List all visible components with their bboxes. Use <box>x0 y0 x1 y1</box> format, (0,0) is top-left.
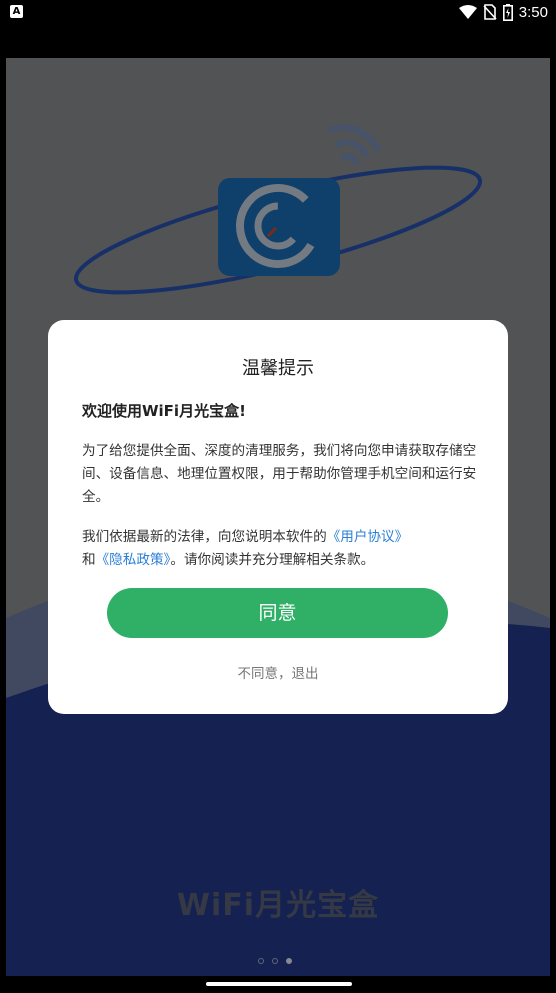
status-bar: A 3:50 <box>0 0 556 26</box>
welcome-text: 欢迎使用WiFi月光宝盒! <box>82 402 246 420</box>
battery-icon <box>502 3 513 21</box>
clock: 3:50 <box>518 3 548 21</box>
status-icons: 3:50 <box>458 2 548 22</box>
disagree-exit-link[interactable]: 不同意，退出 <box>48 662 508 682</box>
no-sim-icon <box>483 4 497 20</box>
agreement-notice: 我们依据最新的法律，向您说明本软件的《用户协议》和《隐私政策》。请你阅读并充分理… <box>82 526 480 572</box>
agreement-notice-and: 和 <box>82 552 96 568</box>
home-handle[interactable] <box>206 982 352 986</box>
user-agreement-link[interactable]: 《用户协议》 <box>327 529 409 545</box>
permission-description: 为了给您提供全面、深度的清理服务，我们将向您申请获取存储空间、设备信息、地理位置… <box>82 443 477 505</box>
agreement-notice-prefix: 我们依据最新的法律，向您说明本软件的 <box>82 529 327 545</box>
notification-icon: A <box>10 5 23 18</box>
dialog-title: 温馨提示 <box>242 358 314 379</box>
agreement-notice-suffix: 。请你阅读并充分理解相关条款。 <box>170 552 375 568</box>
wifi-icon <box>458 5 477 19</box>
privacy-policy-link[interactable]: 《隐私政策》 <box>96 552 171 568</box>
agree-button[interactable]: 同意 <box>107 588 448 638</box>
privacy-dialog: 温馨提示 欢迎使用WiFi月光宝盒! 为了给您提供全面、深度的清理服务，我们将向… <box>48 320 508 714</box>
navigation-bar <box>0 976 556 993</box>
